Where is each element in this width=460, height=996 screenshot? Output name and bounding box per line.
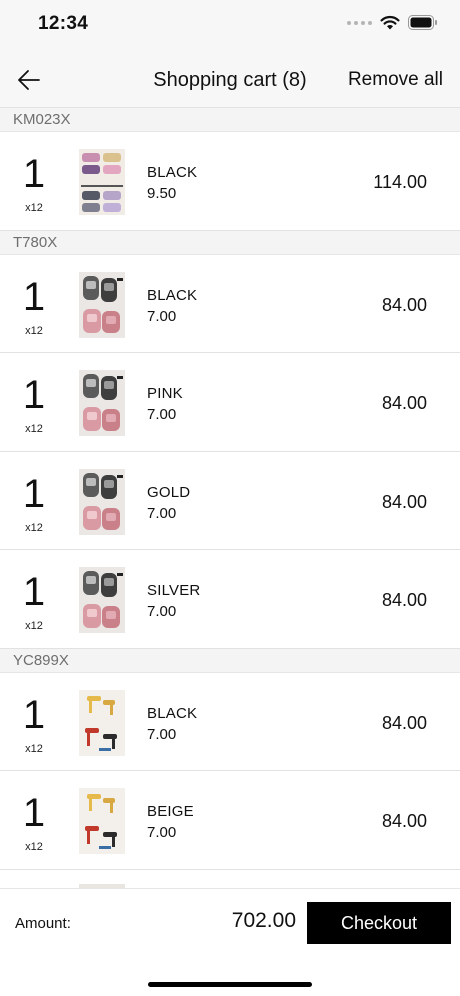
status-time: 12:34 [38,13,89,34]
item-unit-price: 7.00 [147,406,177,423]
pack-multiplier: x12 [25,324,43,337]
group-header: KM023X [0,108,460,132]
back-button[interactable] [14,66,46,94]
arrow-left-icon [18,70,40,90]
cart-item[interactable]: 1 x12 SILVER 7.00 84.00 [0,550,460,649]
cart-list[interactable]: KM023X 1 x12 BLACK 9.50 114.00 T780X 1 x12 BLACK 7… [0,108,460,888]
item-color: BEIGE [147,803,194,820]
checkout-button[interactable]: Checkout [307,902,451,944]
pack-multiplier: x12 [25,202,43,214]
product-thumbnail[interactable] [79,149,125,215]
item-unit-price: 7.00 [147,725,177,743]
item-unit-price: 7.00 [147,307,177,325]
product-thumbnail[interactable] [79,468,125,535]
cart-item[interactable]: 1 x12 BLACK 7.00 84.00 [0,672,460,771]
item-unit-price: 9.50 [147,185,177,202]
cart-item[interactable]: 1 x12 BLACK 9.50 114.00 [0,132,460,231]
cart-item[interactable]: 1 x12 BLACK 7.00 84.00 [0,254,460,353]
pack-multiplier: x12 [25,841,43,853]
checkout-bar: Amount: 702.00 Checkout [0,888,460,996]
quantity-value[interactable]: 1 [14,572,54,612]
item-total: 114.00 [373,172,427,192]
item-color: SILVER [147,582,201,599]
group-header: YC899X [0,648,460,673]
remove-all-button[interactable]: Remove all [348,69,443,91]
item-color: BLACK [147,164,198,181]
item-total: 84.00 [381,811,427,831]
quantity-value[interactable]: 1 [14,375,54,415]
product-thumbnail[interactable] [79,271,125,338]
quantity-value[interactable]: 1 [14,474,54,514]
pack-multiplier: x12 [25,423,43,435]
quantity-value[interactable]: 1 [14,793,54,833]
status-icons [347,15,438,30]
item-unit-price: 7.00 [147,824,177,841]
item-unit-price: 7.00 [147,603,177,620]
product-thumbnail[interactable] [79,788,125,854]
item-color: BLACK [147,286,198,304]
home-indicator [148,982,312,987]
wifi-icon [380,15,400,30]
cart-item-partial[interactable] [0,869,460,888]
product-thumbnail[interactable] [79,567,125,633]
item-total: 84.00 [381,712,427,733]
item-total: 84.00 [381,590,427,610]
pack-multiplier: x12 [25,521,43,534]
amount-value: 702.00 [231,909,296,932]
pack-multiplier: x12 [25,620,43,632]
quantity-value[interactable]: 1 [14,277,54,317]
nav-bar: Shopping cart (8) Remove all [0,52,460,108]
item-color: BLACK [147,704,198,722]
amount-label: Amount: [15,915,71,932]
quantity-value[interactable]: 1 [14,154,54,194]
item-total: 84.00 [381,491,427,512]
product-thumbnail[interactable] [79,689,125,756]
status-bar: 12:34 [0,0,460,52]
cart-item[interactable]: 1 x12 GOLD 7.00 84.00 [0,451,460,550]
cart-item[interactable]: 1 x12 PINK 7.00 84.00 [0,353,460,452]
cart-item[interactable]: 1 x12 BEIGE 7.00 84.00 [0,771,460,870]
signal-icon [347,20,372,25]
item-color: GOLD [147,483,191,501]
product-thumbnail[interactable] [79,370,125,436]
item-unit-price: 7.00 [147,504,177,522]
quantity-value[interactable]: 1 [14,695,54,735]
item-total: 84.00 [381,393,427,413]
group-header: T780X [0,230,460,255]
pack-multiplier: x12 [25,742,43,755]
item-color: PINK [147,385,183,402]
item-total: 84.00 [381,294,427,315]
battery-icon [408,15,437,30]
